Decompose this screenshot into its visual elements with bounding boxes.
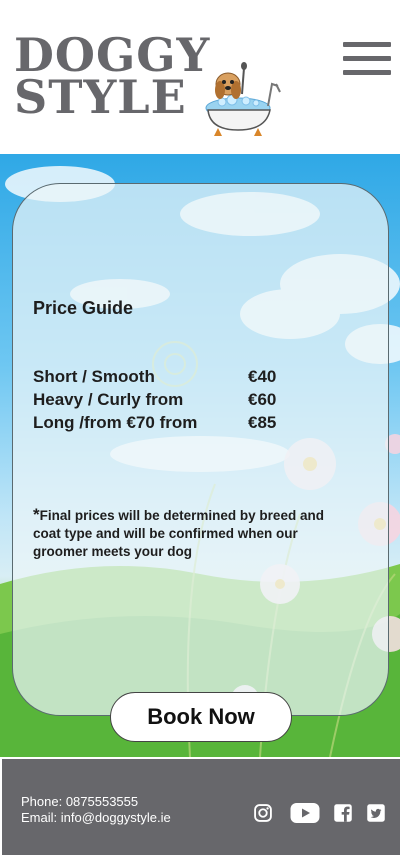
price-guide-card: Price Guide Short / Smooth €40 Heavy / C… (12, 183, 389, 716)
site-footer: Phone: 0875553555 Email: info@doggystyle… (0, 757, 400, 855)
menu-bar (343, 56, 391, 61)
doggy-style-logo[interactable]: DOGGY STYLE (12, 32, 282, 142)
hamburger-menu-icon[interactable] (343, 42, 391, 76)
facebook-icon[interactable] (333, 801, 353, 825)
email-text[interactable]: Email: info@doggystyle.ie (21, 810, 171, 826)
logo-text-line-2: STYLE (14, 70, 187, 124)
price-row-label: Long /from €70 from (33, 413, 198, 432)
footnote-text: Final prices will be determined by breed… (33, 508, 324, 559)
menu-bar (343, 42, 391, 47)
price-row-label: Short / Smooth (33, 367, 155, 386)
twitter-icon[interactable] (366, 801, 386, 825)
site-header: DOGGY STYLE (0, 0, 400, 154)
price-row-value: €60 (248, 390, 277, 409)
instagram-icon[interactable] (253, 801, 273, 825)
menu-bar (343, 70, 391, 75)
contact-info: Phone: 0875553555 Email: info@doggystyle… (21, 794, 171, 826)
hero-section: Price Guide Short / Smooth €40 Heavy / C… (0, 154, 400, 757)
footnote-asterisk: * (33, 505, 40, 524)
price-row-label: Heavy / Curly from (33, 390, 184, 409)
youtube-icon[interactable] (290, 801, 320, 825)
book-now-button[interactable]: Book Now (110, 692, 292, 742)
price-guide-title: Price Guide (33, 298, 134, 318)
dog-in-bathtub-icon (205, 62, 281, 136)
pricing-footnote: *Final prices will be determined by bree… (33, 506, 353, 561)
price-row-value: €85 (248, 413, 277, 432)
footer-panel: Phone: 0875553555 Email: info@doggystyle… (2, 759, 400, 855)
price-row-value: €40 (248, 367, 277, 386)
phone-text[interactable]: Phone: 0875553555 (21, 794, 171, 810)
